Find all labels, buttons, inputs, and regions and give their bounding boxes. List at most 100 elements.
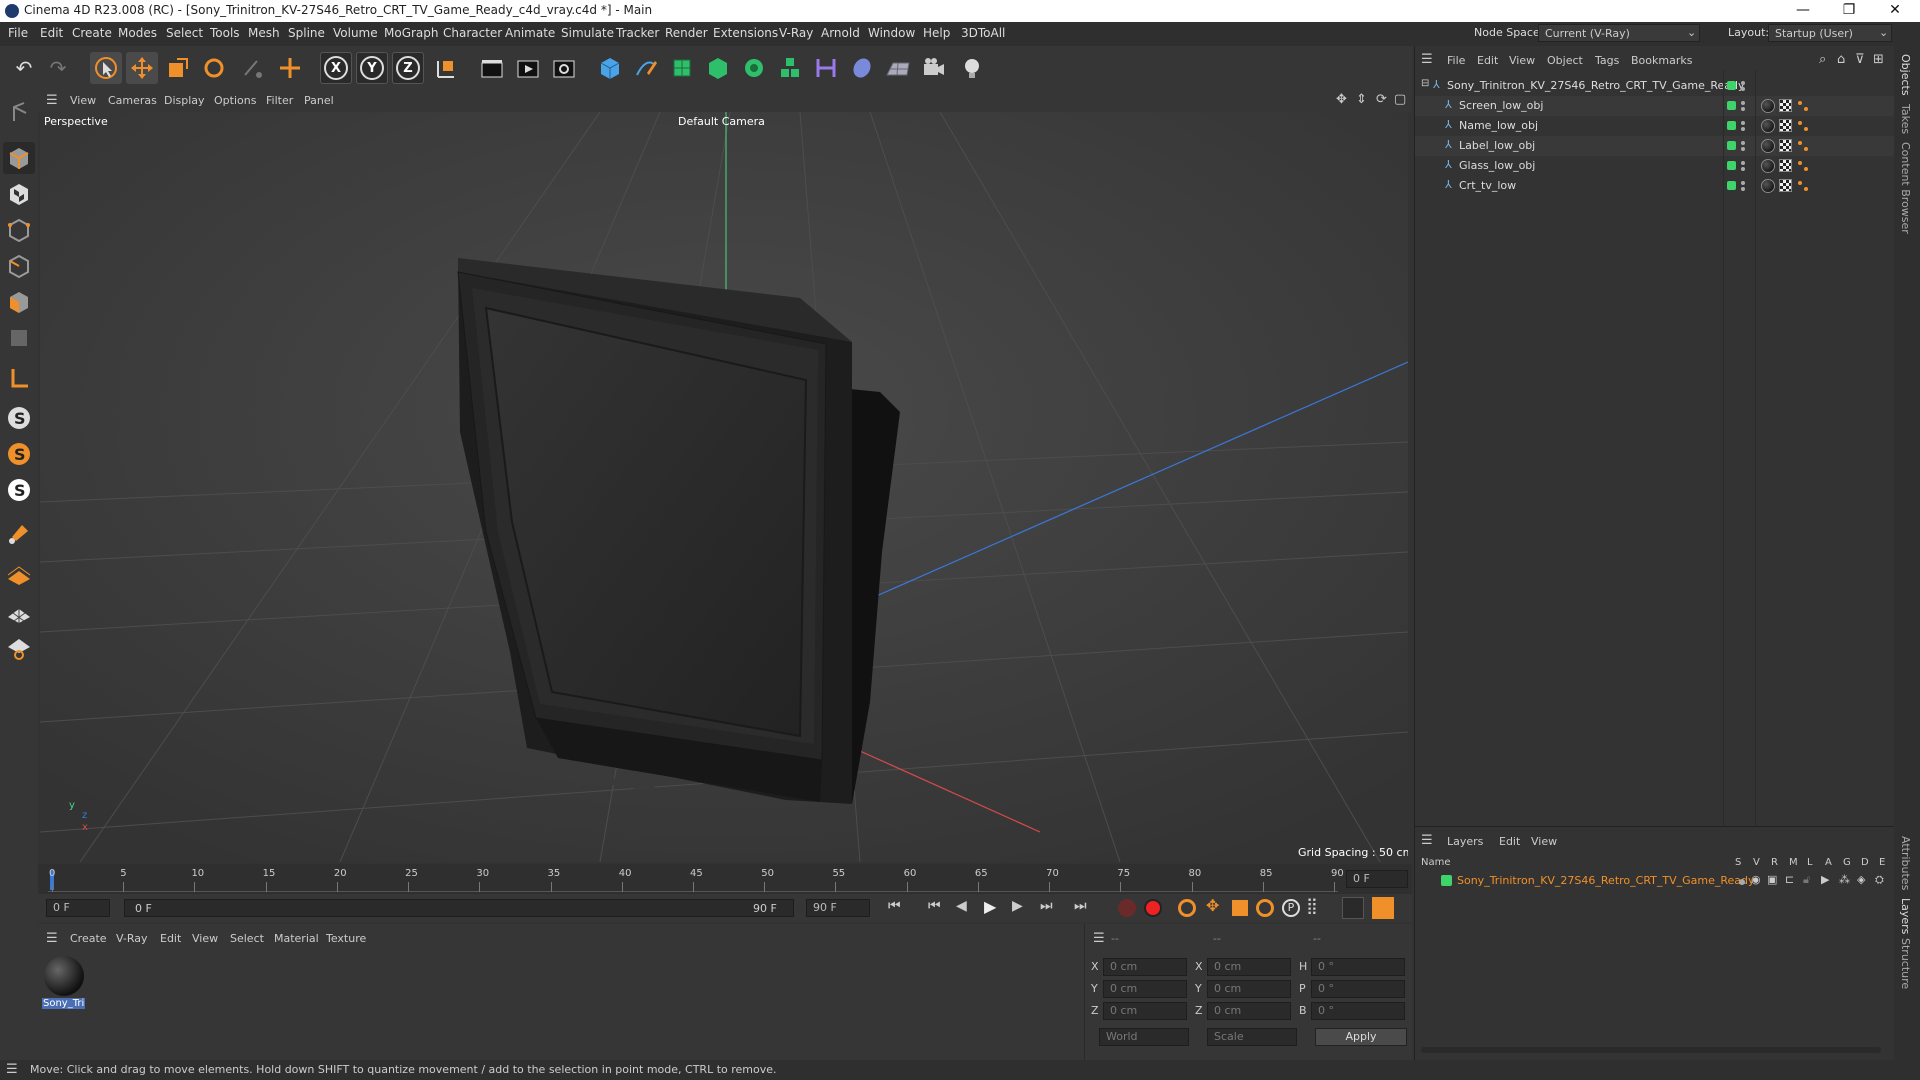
lock-icon[interactable]: 🔓︎ (1803, 873, 1810, 887)
tab-structure[interactable]: Structure (1899, 938, 1912, 989)
new-window-icon[interactable]: ⊞ (1873, 52, 1884, 67)
rot-h-field[interactable]: 0 ° (1311, 958, 1405, 976)
editor-visibility-icon[interactable] (1741, 121, 1745, 125)
make-editable-button[interactable] (3, 96, 35, 128)
layer-menu-view[interactable]: View (1531, 835, 1557, 848)
key-point-level-icon[interactable]: ⣿ (1306, 896, 1318, 915)
menu-3dtoall[interactable]: 3DToAll (961, 26, 1005, 40)
layer-solo-icon[interactable] (1739, 879, 1745, 885)
material-menu-edit[interactable]: Edit (160, 932, 181, 945)
close-button[interactable]: ✕ (1872, 0, 1918, 22)
keyframe-selection-icon[interactable] (1178, 899, 1196, 917)
menu-create[interactable]: Create (72, 26, 112, 40)
prev-key-icon[interactable]: ⏮ (928, 898, 941, 914)
layer-color-icon[interactable] (1727, 121, 1736, 130)
material-menu-select[interactable]: Select (230, 932, 264, 945)
timeline-ruler[interactable]: 0 5 10 15 20 25 30 35 40 45 50 55 60 65 70 75 80 85 90 0 F (38, 864, 1412, 894)
uvw-tag-icon[interactable] (1779, 139, 1792, 152)
cloner-button[interactable] (738, 52, 770, 84)
key-position-icon[interactable]: ✥ (1206, 896, 1219, 915)
apply-button[interactable]: Apply (1315, 1028, 1407, 1046)
tab-attributes[interactable]: Attributes (1899, 836, 1912, 890)
locked-workplane-button[interactable] (3, 632, 35, 664)
menu-extensions[interactable]: Extensions (713, 26, 778, 40)
object-menu-file[interactable]: File (1447, 54, 1465, 67)
tab-content-browser[interactable]: Content Browser (1899, 142, 1912, 234)
autokey-icon[interactable] (1144, 899, 1162, 917)
pan-view-icon[interactable]: ✥ (1336, 92, 1347, 107)
hamburger-menu-icon[interactable]: ☰ (46, 93, 58, 108)
layer-color-icon[interactable] (1727, 181, 1736, 190)
record-active-objects-icon[interactable] (1118, 899, 1136, 917)
size-mode-dropdown[interactable]: Scale (1207, 1028, 1297, 1046)
object-menu-bookmarks[interactable]: Bookmarks (1631, 54, 1692, 67)
render-visibility-icon[interactable] (1741, 107, 1745, 111)
goto-end-icon[interactable]: ⏭ (1074, 898, 1087, 914)
material-menu-icon[interactable]: ☰ (46, 931, 58, 946)
material-menu-create[interactable]: Create (70, 932, 107, 945)
pen-spline-button[interactable] (630, 52, 662, 84)
vray-tag-icon[interactable] (1797, 180, 1809, 192)
maximize-button[interactable]: ❐ (1826, 0, 1872, 22)
vray-tag-icon[interactable] (1797, 140, 1809, 152)
menu-select[interactable]: Select (166, 26, 203, 40)
polygon-mode-button[interactable] (3, 286, 35, 318)
menu-animate[interactable]: Animate (505, 26, 555, 40)
coord-system-dropdown[interactable]: World (1099, 1028, 1189, 1046)
snap-settings-button[interactable]: S (3, 438, 35, 470)
layer-menu-edit[interactable]: Edit (1499, 835, 1520, 848)
menu-file[interactable]: File (8, 26, 28, 40)
scale-tool-button[interactable] (162, 52, 194, 84)
render-settings-button[interactable] (548, 52, 580, 84)
object-menu-edit[interactable]: Edit (1477, 54, 1498, 67)
recent-tool-button[interactable] (236, 52, 268, 84)
layer-color-swatch[interactable] (1441, 875, 1452, 886)
scheme-menu-icon[interactable] (1372, 897, 1394, 919)
material-tag-icon[interactable] (1761, 159, 1775, 173)
move-tool-button[interactable] (126, 52, 158, 84)
editor-visibility-icon[interactable] (1741, 161, 1745, 165)
key-parameter-icon[interactable]: P (1282, 899, 1300, 917)
world-coordinates-button[interactable] (430, 52, 462, 84)
size-y-field[interactable]: 0 cm (1207, 980, 1291, 998)
object-menu-view[interactable]: View (1509, 54, 1535, 67)
object-row[interactable]: ⅄ Crt_tv_low (1415, 176, 1895, 196)
viewport-menu-options[interactable]: Options (214, 94, 256, 107)
viewport-menu-display[interactable]: Display (164, 94, 205, 107)
menu-spline[interactable]: Spline (288, 26, 325, 40)
vray-tag-icon[interactable] (1797, 160, 1809, 172)
minimize-button[interactable]: — (1780, 0, 1826, 22)
render-visibility-icon[interactable] (1741, 147, 1745, 151)
uvw-tag-icon[interactable] (1779, 99, 1792, 112)
zoom-view-icon[interactable]: ⇕ (1356, 92, 1367, 107)
layer-menu-layers[interactable]: Layers (1447, 835, 1483, 848)
texture-mode-button[interactable] (3, 178, 35, 210)
menu-window[interactable]: Window (868, 26, 915, 40)
light-button[interactable] (956, 52, 988, 84)
material-menu-view[interactable]: View (192, 932, 218, 945)
object-menu-tags[interactable]: Tags (1595, 54, 1619, 67)
live-selection-button[interactable] (90, 52, 122, 84)
material-swatch[interactable]: Sony_Tri (42, 954, 86, 1012)
deformer-button[interactable] (810, 52, 842, 84)
render-view-button[interactable] (476, 52, 508, 84)
floor-button[interactable] (882, 52, 914, 84)
layer-color-icon[interactable] (1727, 101, 1736, 110)
material-tag-icon[interactable] (1761, 179, 1775, 193)
size-x-field[interactable]: 0 cm (1207, 958, 1291, 976)
layer-row[interactable]: Sony_Trinitron_KV_27S46_Retro_CRT_TV_Gam… (1415, 871, 1895, 891)
vray-tag-icon[interactable] (1797, 120, 1809, 132)
model-mode-button[interactable] (3, 142, 35, 174)
editor-visibility-icon[interactable] (1741, 81, 1745, 85)
timeline-window-icon[interactable] (1342, 897, 1364, 919)
uvw-tag-icon[interactable] (1779, 179, 1792, 192)
material-menu-texture[interactable]: Texture (326, 932, 366, 945)
material-menu-material[interactable]: Material (274, 932, 319, 945)
animation-play-icon[interactable]: ▶ (1821, 873, 1829, 886)
menu-tools[interactable]: Tools (210, 26, 240, 40)
menu-mesh[interactable]: Mesh (248, 26, 280, 40)
prev-frame-icon[interactable]: ◀ (956, 898, 967, 914)
status-menu-icon[interactable]: ☰ (6, 1062, 18, 1077)
object-menu-icon[interactable]: ☰ (1421, 52, 1433, 67)
eye-icon[interactable]: ◉ (1751, 873, 1761, 886)
